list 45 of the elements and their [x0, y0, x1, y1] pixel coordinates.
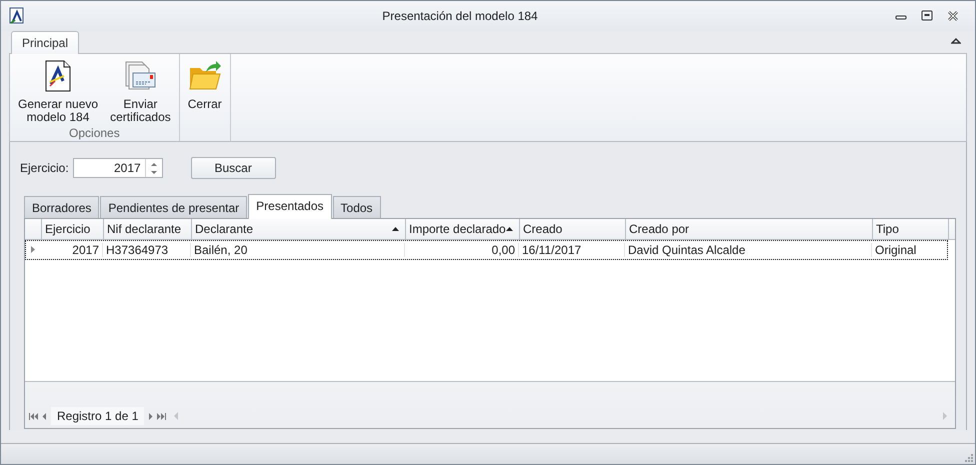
last-record-icon[interactable] — [157, 412, 166, 420]
tab[interactable]: Todos — [332, 196, 381, 218]
column-header[interactable]: Nif declarante — [104, 219, 192, 239]
folder-icon — [188, 60, 222, 92]
ribbon-button[interactable]: Cerrar — [182, 58, 228, 141]
previous-record-icon[interactable] — [42, 412, 47, 420]
table-row[interactable]: 2017 H37364973 Bailén, 20 0,00 16/11/2017 David Quintas Alcalde Original — [25, 240, 948, 260]
sort-ascending-icon — [392, 227, 399, 231]
app-icon — [9, 7, 25, 25]
group-label: Opciones — [69, 126, 120, 142]
table-cell: 0,00 — [405, 242, 519, 256]
table-cell: Bailén, 20 — [191, 242, 405, 256]
size-grip-icon[interactable] — [965, 454, 973, 462]
search-button[interactable]: Buscar — [190, 157, 276, 179]
ribbon-tab[interactable]: Principal — [11, 31, 80, 54]
table-cell: Original — [872, 242, 948, 256]
column-header[interactable]: Tipo — [873, 219, 949, 239]
column-header[interactable]: Importe declarado — [406, 219, 520, 239]
collapse-ribbon-icon[interactable] — [951, 37, 961, 45]
field-label: Ejercicio: — [20, 161, 69, 175]
column-header[interactable]: Declarante — [192, 219, 406, 239]
spin-arrows-icon[interactable] — [150, 162, 157, 174]
tab[interactable]: Presentados — [248, 194, 332, 219]
window-title: Presentación del modelo 184 — [381, 9, 539, 23]
table-cell: David Quintas Alcalde — [625, 242, 872, 256]
ribbon-button[interactable]: Enviar certificados — [104, 58, 177, 126]
tab[interactable]: Borradores — [24, 196, 100, 218]
document-icon — [44, 60, 72, 92]
tab[interactable]: Pendientes de presentar — [100, 196, 248, 218]
column-header[interactable]: Ejercicio — [42, 219, 104, 239]
restore-button[interactable] — [921, 10, 933, 22]
sort-ascending-icon — [506, 227, 513, 231]
table-cell: 2017 — [41, 242, 103, 256]
table-cell: H37364973 — [103, 242, 191, 256]
ribbon-button[interactable]: Generar nuevo modelo 184 — [12, 58, 104, 126]
first-record-icon[interactable] — [29, 412, 38, 420]
record-counter: Registro 1 de 1 — [51, 407, 144, 425]
table-cell: 16/11/2017 — [519, 242, 625, 256]
row-indicator-icon — [31, 246, 35, 253]
close-button[interactable] — [947, 10, 959, 22]
certificates-icon — [123, 60, 158, 92]
column-header[interactable]: Creado por — [626, 219, 873, 239]
next-record-icon[interactable] — [148, 412, 154, 420]
year-spin-field[interactable]: 2017 — [72, 158, 163, 178]
column-header[interactable]: Creado — [520, 219, 626, 239]
